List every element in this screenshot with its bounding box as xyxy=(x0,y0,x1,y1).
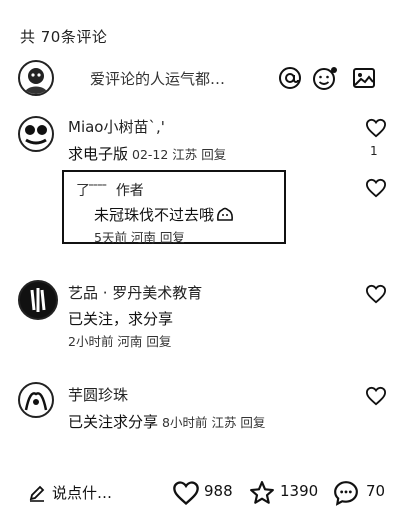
my-avatar xyxy=(18,60,54,96)
commenter-avatar[interactable] xyxy=(18,116,54,152)
commenter-name[interactable]: 芋圆珍珠 xyxy=(68,384,128,405)
reply-text: 未冠珠伐不过去哦 xyxy=(94,204,234,225)
mention-icon[interactable] xyxy=(278,66,302,90)
comment-input-button[interactable]: 说点什… xyxy=(52,482,112,503)
author-reply: 了 ̄ ̄ ̄ ̄ 作者 未冠珠伐不过去哦 5天前 河南 回复 xyxy=(62,170,286,246)
author-badge: 作者 xyxy=(115,183,144,199)
comments-count: 70 xyxy=(366,482,386,500)
comment-meta[interactable]: 8小时前 江苏 回复 xyxy=(162,415,265,430)
image-icon[interactable] xyxy=(352,66,376,90)
comment-item: 芋圆珍珠 已关注求分享 8小时前 江苏 回复 xyxy=(0,380,420,436)
comment-meta[interactable]: 02-12 江苏 回复 xyxy=(132,147,226,162)
star-icon[interactable] xyxy=(248,480,274,506)
heart-icon[interactable] xyxy=(365,118,387,140)
comment-count-title: 共 70条评论 xyxy=(20,28,108,46)
heart-icon[interactable] xyxy=(365,178,387,200)
comment-input-placeholder[interactable]: 爱评论的人运气都… xyxy=(90,68,225,89)
commenter-avatar[interactable] xyxy=(18,382,54,418)
favorites-count: 1390 xyxy=(280,482,319,500)
reply-body: 未冠珠伐不过去哦 xyxy=(94,206,215,224)
comment-item: 艺品 · 罗丹美术教育 已关注，求分享 2小时前 河南 回复 xyxy=(0,278,420,350)
heart-icon[interactable] xyxy=(365,284,387,306)
heart-icon[interactable] xyxy=(365,386,387,408)
commenter-name[interactable]: 艺品 · 罗丹美术教育 xyxy=(68,282,202,303)
comment-meta[interactable]: 2小时前 河南 回复 xyxy=(68,331,171,350)
like-count: 1 xyxy=(370,144,378,158)
comment-body: 已关注求分享 xyxy=(68,413,159,431)
likes-count: 988 xyxy=(204,482,233,500)
comment-body: 已关注，求分享 xyxy=(68,310,174,328)
pencil-icon[interactable] xyxy=(28,484,46,502)
bottom-action-bar: 说点什… 988 1390 70 xyxy=(0,474,420,514)
comment-text: 已关注求分享 8小时前 江苏 回复 xyxy=(68,411,265,432)
emoji-sticker-icon xyxy=(216,206,234,222)
comment-bubble-icon[interactable] xyxy=(332,480,358,506)
like-heart-icon[interactable] xyxy=(172,480,199,506)
commenter-avatar[interactable] xyxy=(18,280,58,320)
emoji-icon[interactable] xyxy=(312,66,337,90)
comment-compose-bar[interactable]: 爱评论的人运气都… xyxy=(16,58,408,98)
commenter-name[interactable]: Miao小树苗`,' xyxy=(68,116,165,137)
comment-text: 求电子版 02-12 江苏 回复 xyxy=(68,143,226,164)
reply-author-line: 了 ̄ ̄ ̄ ̄ 作者 xyxy=(76,180,144,200)
reply-meta[interactable]: 5天前 河南 回复 xyxy=(94,227,185,246)
comment-item: Miao小树苗`,' 求电子版 02-12 江苏 回复 1 xyxy=(0,112,420,168)
comment-body: 求电子版 xyxy=(68,145,129,163)
reply-author-name[interactable]: 了 ̄ ̄ ̄ ̄ xyxy=(76,183,108,199)
